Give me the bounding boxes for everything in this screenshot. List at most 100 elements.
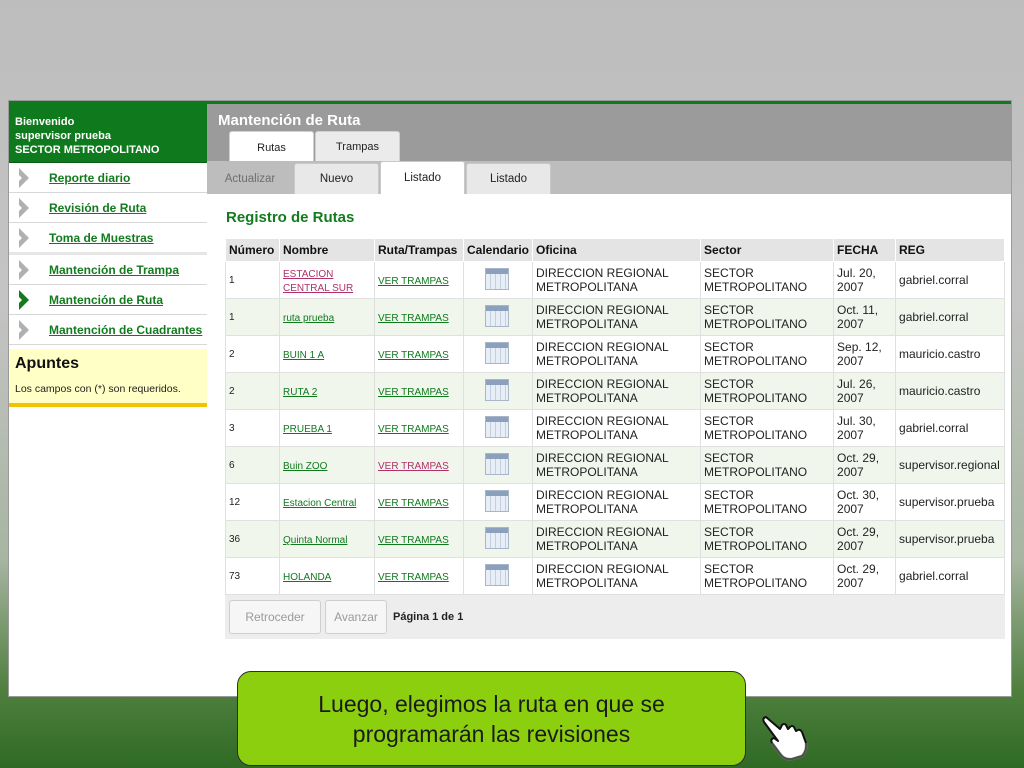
apuntes-panel: Apuntes Los campos con (*) son requerido… <box>9 349 207 407</box>
page-title: Mantención de Ruta <box>218 112 361 129</box>
sidebar: Bienvenido supervisor prueba SECTOR METR… <box>9 101 207 696</box>
cell-sector: SECTOR METROPOLITANO <box>700 409 835 447</box>
route-name-link[interactable]: PRUEBA 1 <box>283 424 332 435</box>
sidebar-item-reporte-diario[interactable]: Reporte diario <box>9 163 207 193</box>
calendar-icon[interactable] <box>485 526 509 549</box>
chevron-right-icon <box>15 197 29 218</box>
next-page-button[interactable]: Avanzar <box>325 600 387 634</box>
route-name-link[interactable]: Quinta Normal <box>283 535 347 546</box>
view-traps-link[interactable]: VER TRAMPAS <box>378 276 449 287</box>
cell-sector: SECTOR METROPOLITANO <box>700 520 835 558</box>
primary-tabs: Rutas Trampas <box>229 131 401 163</box>
view-traps-link[interactable]: VER TRAMPAS <box>378 498 449 509</box>
welcome-sector: SECTOR METROPOLITANO <box>15 144 160 156</box>
route-name-link[interactable]: RUTA 2 <box>283 387 317 398</box>
secondary-tabs: Actualizar Nuevo Listado Listado <box>207 161 552 194</box>
cell-nombre: Estacion Central <box>279 483 375 521</box>
apuntes-title: Apuntes <box>15 355 79 372</box>
instruction-callout: Luego, elegimos la ruta en que se progra… <box>237 671 746 766</box>
cell-oficina: DIRECCION REGIONAL METROPOLITANA <box>532 335 702 373</box>
cell-numero: 12 <box>225 483 280 521</box>
cell-sector: SECTOR METROPOLITANO <box>700 261 835 299</box>
tab-listado-active[interactable]: Listado <box>380 161 465 194</box>
view-traps-link[interactable]: VER TRAMPAS <box>378 535 449 546</box>
calendar-icon[interactable] <box>485 304 509 327</box>
cell-numero: 2 <box>225 335 280 373</box>
route-name-link[interactable]: BUIN 1 A <box>283 350 324 361</box>
cell-calendario <box>462 409 534 447</box>
cell-fecha: Jul. 26, 2007 <box>833 372 897 410</box>
cell-calendario <box>462 446 534 484</box>
cell-reg: supervisor.regional <box>895 446 1005 484</box>
sidebar-item-mantencion-de-cuadrantes[interactable]: Mantención de Cuadrantes <box>9 315 207 345</box>
calendar-icon[interactable] <box>485 378 509 401</box>
route-name-link[interactable]: Estacion Central <box>283 498 356 509</box>
table-row[interactable]: 73 HOLANDA VER TRAMPAS DIRECCION REGIONAL M… <box>225 557 1005 595</box>
cell-sector: SECTOR METROPOLITANO <box>700 372 835 410</box>
sidebar-item-label: Mantención de Cuadrantes <box>49 322 203 337</box>
tab-actualizar[interactable]: Actualizar <box>207 163 293 194</box>
table-row[interactable]: 1 ESTACION CENTRAL SUR VER TRAMPAS DIRECCIO… <box>225 261 1005 299</box>
calendar-icon[interactable] <box>485 341 509 364</box>
cell-calendario <box>462 298 534 336</box>
cell-nombre: ruta prueba <box>279 298 375 336</box>
view-traps-link[interactable]: VER TRAMPAS <box>378 350 449 361</box>
main-panel: Mantención de Ruta Rutas Trampas Actuali… <box>207 101 1011 696</box>
cell-sector: SECTOR METROPOLITANO <box>700 335 835 373</box>
tab-listado[interactable]: Listado <box>466 163 551 194</box>
cell-nombre: Buin ZOO <box>279 446 375 484</box>
secondary-tab-bar: Actualizar Nuevo Listado Listado <box>207 161 1011 194</box>
sidebar-item-label: Mantención de Ruta <box>49 292 164 307</box>
table-row[interactable]: 12 Estacion Central VER TRAMPAS DIRECCION R… <box>225 483 1005 521</box>
cell-calendario <box>462 372 534 410</box>
calendar-icon[interactable] <box>485 267 509 290</box>
cell-numero: 2 <box>225 372 280 410</box>
section-title: Registro de Rutas <box>226 209 355 226</box>
cell-calendario <box>462 261 534 299</box>
sidebar-item-mantencion-de-trampa[interactable]: Mantención de Trampa <box>9 255 207 285</box>
sidebar-item-label: Reporte diario <box>49 170 131 185</box>
view-traps-link[interactable]: VER TRAMPAS <box>378 572 449 583</box>
callout-text: Luego, elegimos la ruta en que se progra… <box>318 690 665 747</box>
table-row[interactable]: 1 ruta prueba VER TRAMPAS DIRECCION REGIONA… <box>225 298 1005 336</box>
sidebar-item-toma-de-muestras[interactable]: Toma de Muestras <box>9 223 207 255</box>
cell-calendario <box>462 520 534 558</box>
route-name-link[interactable]: ruta prueba <box>283 313 334 324</box>
tab-nuevo[interactable]: Nuevo <box>294 163 379 194</box>
view-traps-link[interactable]: VER TRAMPAS <box>378 387 449 398</box>
sidebar-item-revision-de-ruta[interactable]: Revisión de Ruta <box>9 193 207 223</box>
sidebar-item-mantencion-de-ruta[interactable]: Mantención de Ruta <box>9 285 207 315</box>
tab-trampas[interactable]: Trampas <box>315 131 400 161</box>
tab-rutas[interactable]: Rutas <box>229 131 314 163</box>
cell-nombre: BUIN 1 A <box>279 335 375 373</box>
cell-calendario <box>462 483 534 521</box>
hand-pointer-icon <box>762 716 808 761</box>
view-traps-link[interactable]: VER TRAMPAS <box>378 313 449 324</box>
view-traps-link[interactable]: VER TRAMPAS <box>378 424 449 435</box>
page-info: Página 1 de 1 <box>393 611 464 623</box>
calendar-icon[interactable] <box>485 489 509 512</box>
column-header: Ruta/Trampas <box>374 238 464 262</box>
calendar-icon[interactable] <box>485 563 509 586</box>
prev-page-button[interactable]: Retroceder <box>229 600 321 634</box>
chevron-right-icon <box>15 227 29 248</box>
chevron-right-icon <box>15 167 29 188</box>
table-row[interactable]: 3 PRUEBA 1 VER TRAMPAS DIRECCION REGIONAL M… <box>225 409 1005 447</box>
calendar-icon[interactable] <box>485 452 509 475</box>
cell-sector: SECTOR METROPOLITANO <box>700 483 835 521</box>
table-row[interactable]: 6 Buin ZOO VER TRAMPAS DIRECCION REGIONAL M… <box>225 446 1005 484</box>
route-name-link[interactable]: Buin ZOO <box>283 461 327 472</box>
cell-oficina: DIRECCION REGIONAL METROPOLITANA <box>532 409 702 447</box>
route-name-link[interactable]: ESTACION CENTRAL SUR <box>283 269 353 294</box>
calendar-icon[interactable] <box>485 415 509 438</box>
route-name-link[interactable]: HOLANDA <box>283 572 331 583</box>
table-row[interactable]: 36 Quinta Normal VER TRAMPAS DIRECCION REGI… <box>225 520 1005 558</box>
table-row[interactable]: 2 RUTA 2 VER TRAMPAS DIRECCION REGIONAL MET… <box>225 372 1005 410</box>
cell-reg: supervisor.prueba <box>895 520 1005 558</box>
view-traps-link[interactable]: VER TRAMPAS <box>378 461 449 472</box>
table-row[interactable]: 2 BUIN 1 A VER TRAMPAS DIRECCION REGIONAL M… <box>225 335 1005 373</box>
cell-numero: 73 <box>225 557 280 595</box>
chevron-right-icon <box>15 289 29 310</box>
cell-fecha: Oct. 11, 2007 <box>833 298 897 336</box>
cell-fecha: Oct. 30, 2007 <box>833 483 897 521</box>
